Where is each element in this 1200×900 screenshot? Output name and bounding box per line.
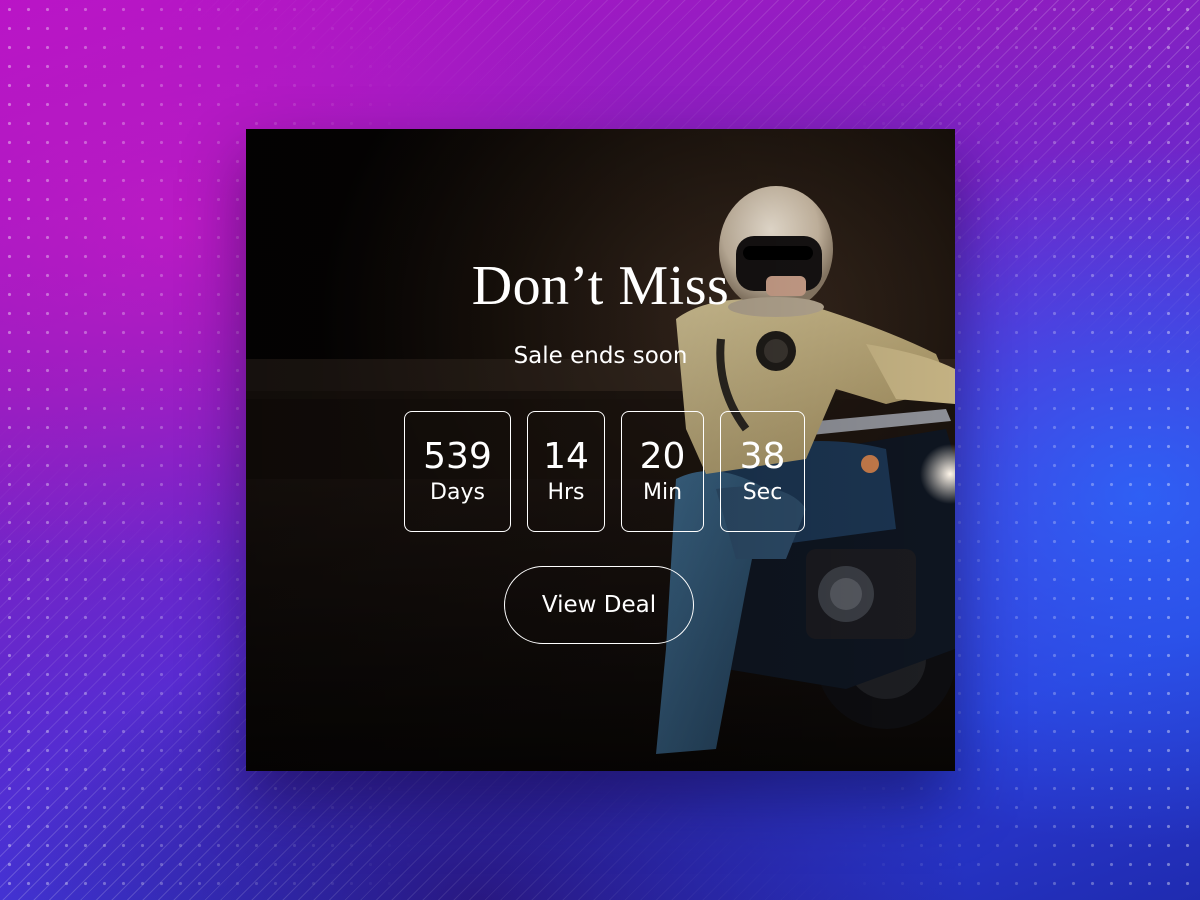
promo-content: Don’t Miss Sale ends soon 539 Days 14 Hr…	[246, 129, 955, 771]
countdown-seconds-label: Sec	[742, 479, 783, 505]
promo-subtitle: Sale ends soon	[513, 343, 688, 369]
countdown-timer: 539 Days 14 Hrs 20 Min 38 Sec	[246, 411, 955, 532]
countdown-seconds-value: 38	[739, 435, 786, 477]
countdown-hours-label: Hrs	[547, 479, 585, 505]
countdown-days-label: Days	[430, 479, 485, 505]
countdown-hours: 14 Hrs	[527, 411, 605, 532]
promo-card: Don’t Miss Sale ends soon 539 Days 14 Hr…	[246, 129, 955, 771]
countdown-minutes-value: 20	[639, 435, 686, 477]
countdown-seconds: 38 Sec	[720, 411, 805, 532]
countdown-days-value: 539	[423, 435, 492, 477]
countdown-hours-value: 14	[543, 435, 589, 477]
promo-title: Don’t Miss	[471, 255, 730, 317]
countdown-minutes-label: Min	[642, 479, 683, 505]
countdown-minutes: 20 Min	[621, 411, 704, 532]
countdown-days: 539 Days	[404, 411, 511, 532]
view-deal-button[interactable]: View Deal	[504, 566, 694, 644]
